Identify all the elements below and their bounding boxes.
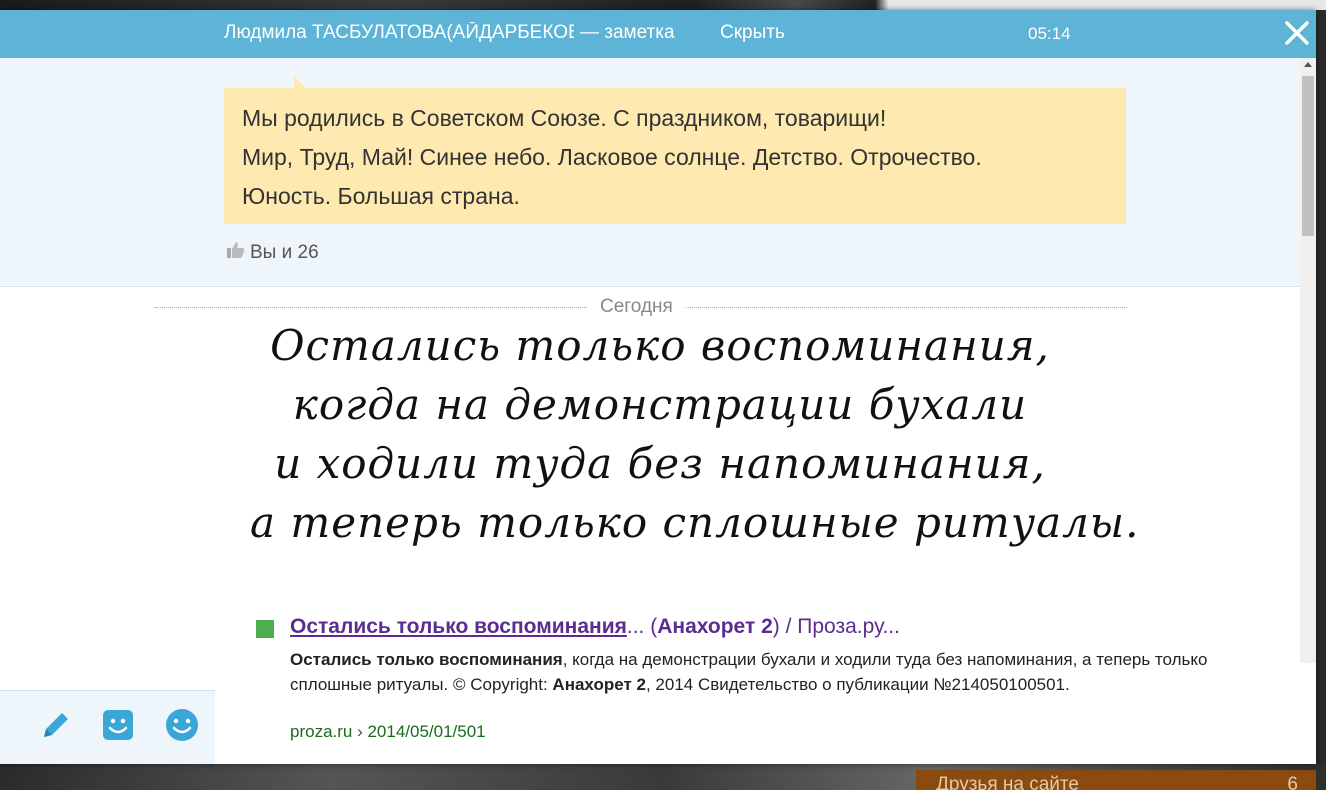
title-bold: Анахорет 2 [657, 615, 773, 638]
note-header-area: Мы родились в Советском Союзе. С праздни… [0, 58, 1300, 287]
date-separator-label: Сегодня [588, 296, 685, 318]
close-icon[interactable] [1282, 18, 1312, 48]
snippet-bold: Анахорет 2 [552, 674, 646, 694]
title-bold: Остались только воспоминания [290, 615, 627, 638]
poem-image: Остались только воспоминания, когда на д… [250, 316, 1140, 552]
note-type-label: — заметка [580, 22, 675, 43]
snippet-bold: Остались только воспоминания [290, 650, 563, 669]
sticker-icon[interactable] [100, 707, 136, 743]
note-time: 05:14 [1028, 24, 1071, 43]
poem-line: когда на демонстрации бухали [292, 380, 1028, 429]
note-window: Людмила ТАСБУЛАТОВА(АЙДАРБЕКОВА) — замет… [0, 10, 1316, 764]
poem-line: и ходили туда без напоминания, [274, 439, 1046, 488]
pencil-icon[interactable] [38, 707, 74, 743]
friends-online-bar[interactable]: Друзья на сайте 6 [916, 770, 1316, 790]
scroll-up-arrow-icon[interactable] [1304, 62, 1312, 67]
title-plain: ... ( [626, 615, 658, 638]
search-result-url[interactable]: proza.ru › 2014/05/01/501 [290, 722, 486, 742]
note-text-bubble: Мы родились в Советском Союзе. С праздни… [224, 88, 1126, 224]
vertical-scrollbar[interactable] [1300, 58, 1316, 764]
background-top [0, 0, 1326, 10]
friends-online-label: Друзья на сайте [936, 774, 1079, 790]
likes-text: Вы и 26 [250, 242, 319, 263]
dropdown-panel-edge [1294, 663, 1316, 764]
friends-online-count: 6 [1287, 774, 1298, 790]
comment-toolbar [0, 690, 215, 764]
note-line: Мир, Труд, Май! Синее небо. Ласковое сол… [242, 144, 982, 170]
search-result-snippet: Остались только воспоминания, когда на д… [290, 648, 1210, 697]
titlebar: Людмила ТАСБУЛАТОВА(АЙДАРБЕКОВА) — замет… [0, 10, 1316, 58]
result-bullet-icon [256, 620, 274, 638]
poem-line: а теперь только сплошные ритуалы. [250, 498, 1140, 547]
hide-button[interactable]: Скрыть [720, 22, 785, 44]
author-name[interactable]: Людмила ТАСБУЛАТОВА(АЙДАРБЕКОВА) [224, 22, 574, 44]
title-plain: ) / Проза.ру... [772, 615, 900, 638]
likes-counter[interactable]: Вы и 26 [226, 240, 319, 266]
smiley-icon[interactable] [164, 707, 200, 743]
note-content: Мы родились в Советском Союзе. С праздни… [0, 58, 1300, 764]
snippet-plain: , 2014 Свидетельство о публикации №21405… [645, 674, 1070, 694]
scrollbar-thumb[interactable] [1302, 76, 1314, 236]
note-line: Мы родились в Советском Союзе. С праздни… [242, 105, 887, 131]
note-line: Юность. Большая страна. [242, 183, 520, 209]
search-result-title-link[interactable]: Остались только воспоминания... (Анахоре… [290, 615, 900, 639]
poem-line: Остались только воспоминания, [270, 321, 1050, 370]
bubble-tail [294, 76, 306, 88]
thumbs-up-icon [226, 240, 246, 266]
